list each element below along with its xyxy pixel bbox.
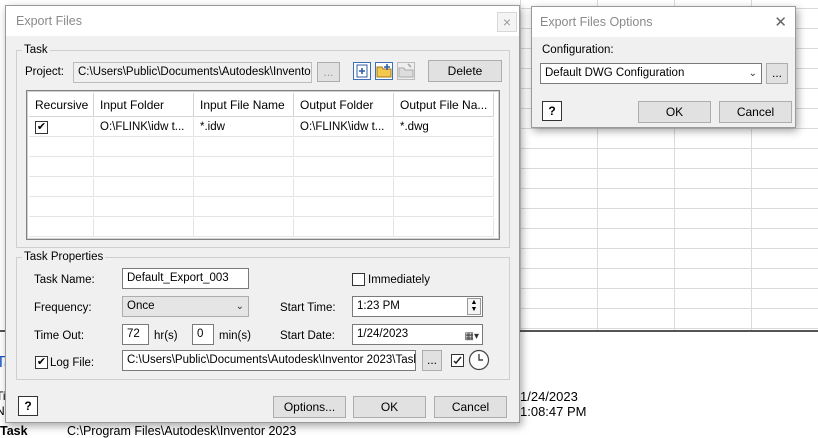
add-folder-icon[interactable] [375, 62, 393, 80]
start-date-label: Start Date: [280, 330, 335, 342]
export-files-dialog: Export Files × Task Project: C:\Users\Pu… [5, 5, 520, 423]
start-time-value: 1:23 PM [357, 300, 400, 312]
spin-arrows-icon[interactable]: ▲ ▼ [467, 298, 481, 315]
table-row [29, 158, 494, 177]
configuration-value: Default DWG Configuration [545, 67, 685, 79]
chevron-down-icon: ⌄ [235, 301, 244, 312]
column-header-input-folder[interactable]: Input Folder [94, 93, 194, 117]
frequency-value: Once [127, 300, 155, 312]
options-button[interactable]: Options... [273, 396, 346, 418]
frequency-select[interactable]: Once ⌄ [122, 296, 249, 317]
background-task-value: C:\Program Files\Autodesk\Inventor 2023 [67, 424, 297, 438]
edit-folder-icon[interactable] [397, 62, 415, 80]
project-label: Project: [25, 66, 64, 78]
options-title-bar: Export Files Options ✕ [532, 7, 795, 37]
background-time: 1:08:47 PM [520, 404, 587, 419]
options-help-button[interactable]: ? [542, 101, 562, 121]
table-row [29, 178, 494, 197]
immediately-label: Immediately [368, 274, 430, 286]
log-file-checkbox[interactable]: ✔ [35, 356, 48, 369]
table-row [29, 218, 494, 237]
table-row [29, 138, 494, 157]
table-header: Recursive Input Folder Input File Name O… [29, 93, 494, 117]
delete-button[interactable]: Delete [428, 60, 502, 82]
start-time-label: Start Time: [280, 302, 336, 314]
table-row [29, 198, 494, 217]
recursive-checkbox[interactable]: ✔ [35, 121, 48, 134]
background-task-label: Task [0, 424, 28, 438]
configuration-label: Configuration: [542, 44, 614, 56]
background-row-label: N [0, 404, 5, 418]
input-file-cell[interactable]: *.idw [194, 118, 294, 137]
background-date: 1/24/2023 [520, 389, 578, 404]
log-browse-button[interactable]: ... [422, 350, 442, 371]
task-properties-title: Task Properties [22, 251, 106, 263]
dialog-title: Export Files [16, 14, 82, 28]
options-cancel-button[interactable]: Cancel [719, 101, 792, 123]
chevron-down-icon: ⌄ [748, 68, 757, 79]
table-row[interactable]: ✔ O:\FLINK\idw t... *.idw O:\FLINK\idw t… [29, 118, 494, 137]
start-time-field[interactable]: 1:23 PM ▲ ▼ [352, 296, 483, 317]
title-bar: Export Files × [6, 6, 519, 36]
task-name-label: Task Name: [34, 274, 95, 286]
column-header-output-file-name[interactable]: Output File Na... [394, 93, 494, 117]
log-file-path-field[interactable]: C:\Users\Public\Documents\Autodesk\Inven… [122, 350, 416, 371]
task-group-title: Task [22, 44, 50, 56]
column-header-input-file-name[interactable]: Input File Name [194, 93, 294, 117]
project-browse-button[interactable]: ... [317, 62, 340, 82]
output-file-cell[interactable]: *.dwg [394, 118, 494, 137]
configuration-browse-button[interactable]: ... [766, 63, 788, 84]
options-close-button[interactable]: ✕ [774, 13, 787, 31]
configuration-select[interactable]: Default DWG Configuration ⌄ [540, 63, 762, 84]
start-date-field[interactable]: 1/24/2023 ▦▾ [352, 324, 483, 345]
column-header-recursive[interactable]: Recursive [29, 93, 94, 117]
minutes-unit-label: min(s) [219, 330, 251, 342]
ok-button[interactable]: OK [353, 396, 426, 418]
clock-icon[interactable] [468, 349, 490, 371]
timeout-label: Time Out: [34, 330, 85, 342]
cancel-button[interactable]: Cancel [434, 396, 507, 418]
log-enable-checkbox[interactable] [451, 354, 464, 367]
start-date-value: 1/24/2023 [357, 328, 409, 340]
input-folder-cell[interactable]: O:\FLINK\idw t... [94, 118, 194, 137]
help-button[interactable]: ? [18, 396, 38, 416]
options-dialog-title: Export Files Options [540, 15, 653, 29]
calendar-icon[interactable]: ▦▾ [465, 327, 479, 344]
immediately-checkbox[interactable] [352, 273, 365, 286]
close-button[interactable]: × [497, 12, 517, 32]
tasks-table: Recursive Input Folder Input File Name O… [26, 90, 500, 240]
hours-unit-label: hr(s) [154, 330, 178, 342]
export-files-options-dialog: Export Files Options ✕ Configuration: De… [531, 6, 796, 128]
column-header-output-folder[interactable]: Output Folder [294, 93, 394, 117]
timeout-hours-input[interactable]: 72 [122, 324, 149, 345]
log-file-label: Log File: [50, 357, 95, 369]
frequency-label: Frequency: [34, 302, 92, 314]
timeout-minutes-input[interactable]: 0 [192, 324, 214, 345]
project-path-field[interactable]: C:\Users\Public\Documents\Autodesk\Inven… [73, 62, 312, 83]
add-task-icon[interactable] [353, 62, 371, 80]
output-folder-cell[interactable]: O:\FLINK\idw t... [294, 118, 394, 137]
options-ok-button[interactable]: OK [638, 101, 711, 123]
task-name-input[interactable]: Default_Export_003 [122, 268, 249, 289]
recursive-cell: ✔ [29, 118, 94, 137]
